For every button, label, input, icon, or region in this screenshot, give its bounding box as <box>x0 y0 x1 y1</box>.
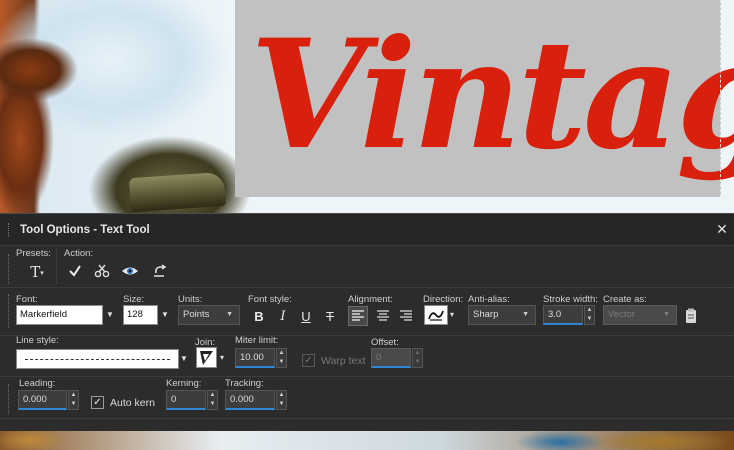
units-label: Units: <box>178 294 203 305</box>
direction-select[interactable] <box>424 305 448 325</box>
font-label: Font: <box>16 294 38 305</box>
align-center-button[interactable] <box>373 306 393 326</box>
auto-kern-checkbox[interactable]: ✓ <box>91 396 104 409</box>
miter-limit-spinner[interactable]: ▲ ▼ <box>276 348 287 368</box>
anti-alias-label: Anti-alias: <box>468 294 510 305</box>
row-separator <box>0 335 734 336</box>
alignment-label: Alignment: <box>348 294 393 305</box>
stroke-width-label: Stroke width: <box>543 294 598 305</box>
kerning-spinner[interactable]: ▲ ▼ <box>207 390 218 410</box>
offset-input[interactable]: 0 <box>371 348 411 368</box>
close-icon[interactable]: ✕ <box>714 221 730 237</box>
size-label: Size: <box>123 294 145 305</box>
miter-limit-label: Miter limit: <box>235 335 279 346</box>
tracking-label: Tracking: <box>225 378 264 389</box>
create-as-value: Vector <box>608 309 635 320</box>
offset-spinner[interactable]: ▲ ▼ <box>412 348 423 368</box>
drag-grip-icon[interactable] <box>8 223 10 237</box>
underline-button[interactable]: U <box>296 307 316 327</box>
tracking-input[interactable]: 0.000 <box>225 390 275 410</box>
eye-view-icon[interactable] <box>119 261 141 283</box>
stroke-width-spinner[interactable]: ▲ ▼ <box>584 305 595 325</box>
strikethrough-button[interactable]: T <box>320 307 340 327</box>
warp-text-label: Warp text <box>321 355 366 367</box>
units-value: Points <box>183 309 210 320</box>
row-separator <box>0 418 734 419</box>
join-select[interactable] <box>196 347 217 368</box>
section-grip-icon <box>8 254 10 284</box>
section-grip-icon <box>8 384 10 414</box>
align-right-button[interactable] <box>396 306 416 326</box>
action-label: Action: <box>64 248 94 259</box>
auto-kern-label: Auto kern <box>110 397 155 409</box>
italic-button[interactable]: I <box>273 307 293 327</box>
create-as-select[interactable]: Vector ▼ <box>603 305 677 325</box>
anti-alias-select[interactable]: Sharp ▼ <box>468 305 536 325</box>
line-style-dropdown-arrow[interactable]: ▼ <box>178 349 190 369</box>
divider <box>56 248 57 284</box>
kerning-input[interactable]: 0 <box>166 390 206 410</box>
row-separator <box>0 376 734 377</box>
join-dropdown-arrow[interactable]: ▾ <box>217 348 227 368</box>
warp-text-checkbox[interactable]: ✓ <box>302 354 315 367</box>
clipboard-icon[interactable] <box>680 305 702 327</box>
kerning-label: Kerning: <box>166 378 202 389</box>
font-select[interactable]: Markerfield <box>16 305 103 325</box>
line-style-select[interactable] <box>16 349 179 369</box>
cut-scissors-icon[interactable] <box>91 261 113 283</box>
units-select[interactable]: Points ▼ <box>178 305 240 325</box>
create-as-label: Create as: <box>603 294 647 305</box>
anti-alias-value: Sharp <box>473 309 499 320</box>
panel-titlebar[interactable]: Tool Options - Text Tool ✕ <box>0 214 734 246</box>
line-style-label: Line style: <box>16 335 59 346</box>
align-left-button[interactable] <box>348 306 368 326</box>
photo-pole <box>128 171 227 213</box>
stroke-width-input[interactable]: 3.0 <box>543 305 583 325</box>
text-tool-icon[interactable]: T▾ <box>24 261 50 283</box>
section-grip-icon <box>8 294 10 328</box>
leading-spinner[interactable]: ▲ ▼ <box>68 390 79 410</box>
apply-checkmark-icon[interactable] <box>64 261 86 283</box>
tool-options-panel: Tool Options - Text Tool ✕ Presets: T▾ A… <box>0 213 734 431</box>
offset-label: Offset: <box>371 337 399 348</box>
font-dropdown-arrow[interactable]: ▼ <box>103 305 117 325</box>
panel-title: Tool Options - Text Tool <box>20 224 150 236</box>
miter-limit-input[interactable]: 10.00 <box>235 348 275 368</box>
undo-curve-icon[interactable] <box>148 261 170 283</box>
leading-label: Leading: <box>19 378 56 389</box>
photo-bottom-strip <box>0 430 734 450</box>
size-input[interactable]: 128 <box>123 305 158 325</box>
bold-button[interactable]: B <box>249 307 269 327</box>
size-dropdown-arrow[interactable]: ▼ <box>158 305 172 325</box>
direction-label: Direction: <box>423 294 464 305</box>
presets-label: Presets: <box>16 248 51 259</box>
selection-marquee <box>235 0 721 197</box>
leading-input[interactable]: 0.000 <box>18 390 67 410</box>
tracking-spinner[interactable]: ▲ ▼ <box>276 390 287 410</box>
row-separator <box>0 287 734 288</box>
direction-dropdown-arrow[interactable]: ▾ <box>447 305 457 325</box>
font-style-label: Font style: <box>248 294 292 305</box>
